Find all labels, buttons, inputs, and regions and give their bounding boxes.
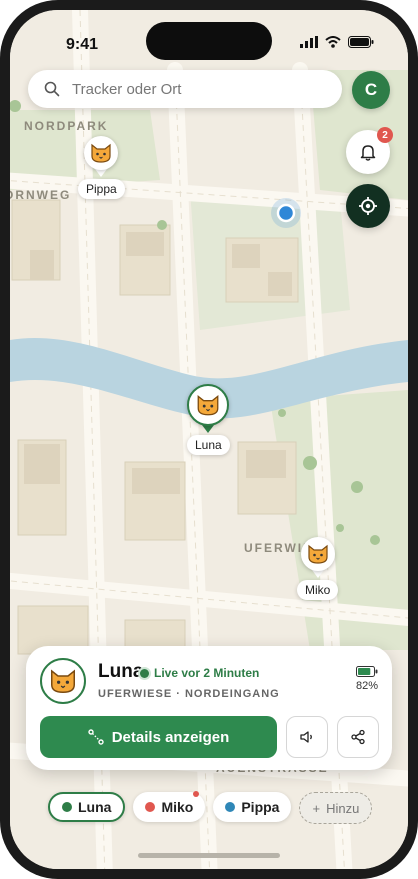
pin-label: Luna [187,435,230,455]
screen: NORDPARK ORNWEG UFERWIESE AUENSTRASSE 9:… [10,10,408,869]
search-icon [44,81,60,97]
chip-label: Hinzu [326,800,360,816]
speaker-icon [300,731,312,743]
map-pin-pippa[interactable]: Pippa [78,136,125,199]
live-dot-icon [140,668,149,678]
crosshair-icon [359,197,377,215]
notification-badge: 2 [377,127,393,143]
map-label-street: ORNWEG [10,188,72,202]
share-icon [351,729,365,745]
status-icons [300,36,374,48]
search-input[interactable] [70,79,324,99]
pin-label: Miko [297,580,339,600]
route-icon [88,729,104,745]
cat-face-icon [84,136,119,170]
color-dot [225,802,236,812]
battery-percent: 82% [355,680,378,692]
map-pin-miko[interactable]: Miko [297,537,339,600]
color-dot [62,802,72,812]
pet-name: Luna [98,661,144,682]
wifi-icon [325,36,341,48]
pet-chip-bar: Luna Miko Pippa + Hinzu [48,791,373,824]
battery-icon [355,666,378,677]
chip-luna[interactable]: Luna [48,792,126,822]
notifications-button[interactable]: 2 [346,127,393,174]
pet-detail-card: Luna Live vor 2 Minuten UFERWIESE · NORD… [26,646,392,770]
signal-icon [300,36,318,48]
chip-miko[interactable]: Miko [133,791,206,822]
cat-face-icon [51,669,75,694]
plus-icon: + [312,800,321,816]
pin-label: Pippa [78,179,125,199]
search-bar[interactable] [28,70,342,108]
pet-location: UFERWIESE · NORDEINGANG [98,688,280,700]
dynamic-island [146,22,272,60]
notification-dot [193,791,200,797]
status-time: 9:41 [66,36,99,53]
home-indicator [138,853,280,858]
sound-button[interactable] [286,716,328,758]
share-button[interactable] [337,716,379,758]
details-button-label: Details anzeigen [111,728,230,746]
details-button[interactable]: Details anzeigen [40,716,277,758]
cat-face-icon [300,537,335,571]
pet-avatar [40,658,86,704]
bell-icon [360,145,376,161]
chip-label: Luna [78,799,112,815]
phone-frame: NORDPARK ORNWEG UFERWIESE AUENSTRASSE 9:… [0,0,418,879]
cat-face-icon [187,384,230,426]
battery-indicator: 82% [356,666,378,692]
profile-avatar[interactable]: C [352,71,390,109]
live-status: Live vor 2 Minuten [140,666,259,680]
chip-label: Pippa [241,799,280,815]
live-status-text: Live vor 2 Minuten [154,666,260,680]
add-tracker-chip[interactable]: + Hinzu [299,792,373,824]
color-dot [145,802,156,812]
chip-label: Miko [161,799,194,815]
map-pin-luna[interactable]: Luna [187,384,230,455]
battery-status-icon [348,36,374,48]
locate-me-button[interactable] [346,184,390,228]
map-label-nordpark: NORDPARK [24,119,109,133]
chip-pippa[interactable]: Pippa [213,792,292,822]
